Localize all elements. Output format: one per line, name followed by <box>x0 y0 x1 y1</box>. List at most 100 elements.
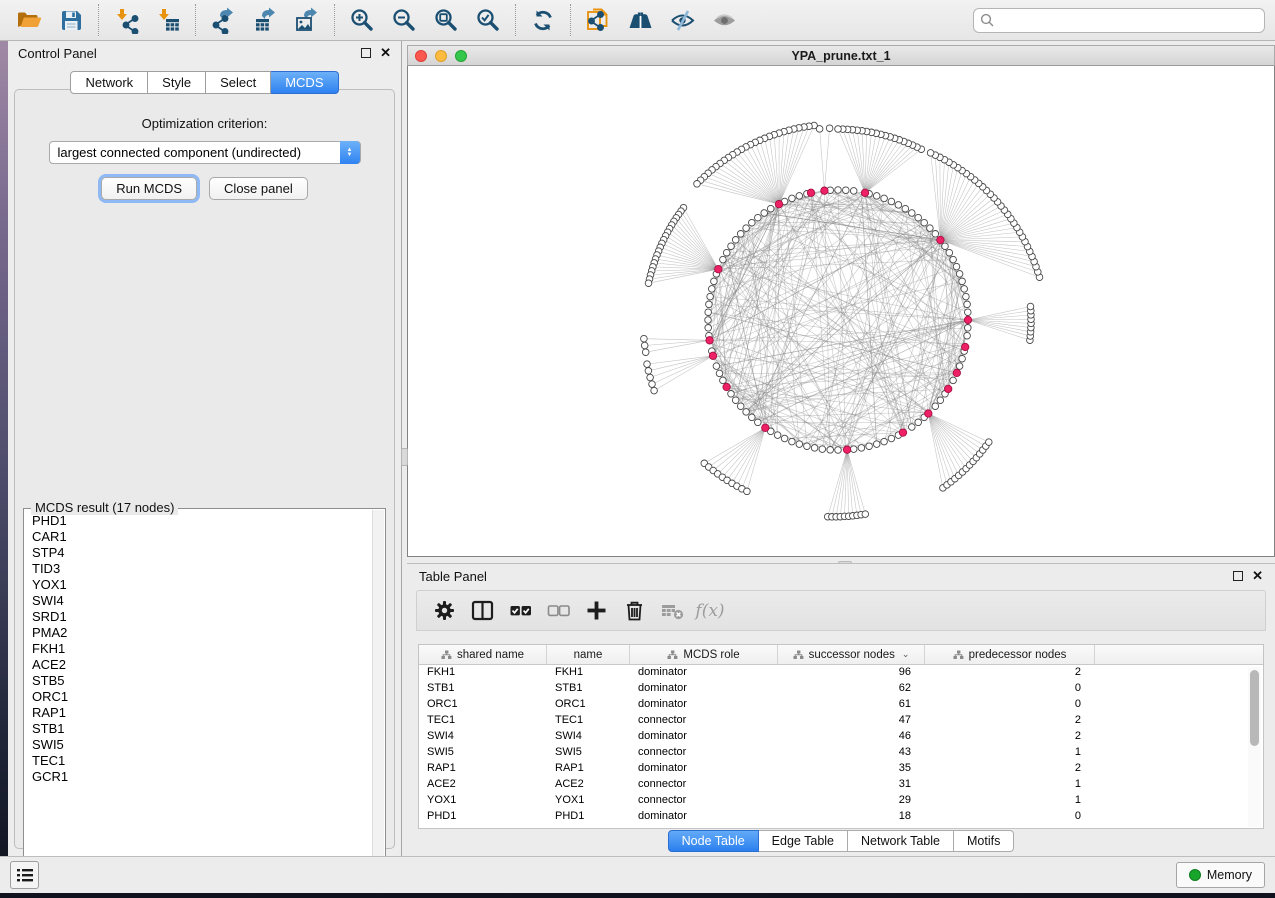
table-row[interactable]: FKH1FKH1dominator962 <box>419 665 1263 681</box>
network-node[interactable] <box>956 271 963 278</box>
import-table-icon[interactable] <box>147 1 189 39</box>
close-panel-icon[interactable]: ✕ <box>380 48 391 58</box>
uncheck-all-icon[interactable] <box>539 593 577 629</box>
network-node[interactable] <box>909 424 916 431</box>
mcds-result-item[interactable]: RAP1 <box>26 705 371 721</box>
network-node[interactable] <box>645 280 652 287</box>
network-node[interactable] <box>749 414 756 421</box>
network-node[interactable] <box>694 181 701 188</box>
network-node[interactable] <box>835 187 842 194</box>
network-node[interactable] <box>723 249 730 256</box>
network-node[interactable] <box>728 243 735 250</box>
network-node[interactable] <box>796 441 803 448</box>
network-node[interactable] <box>743 409 750 416</box>
network-hub-node[interactable] <box>899 429 906 436</box>
network-node[interactable] <box>651 387 658 394</box>
network-node[interactable] <box>932 231 939 238</box>
table-row[interactable]: SWI5SWI5connector431 <box>419 745 1263 761</box>
network-node[interactable] <box>755 214 762 221</box>
network-node[interactable] <box>953 263 960 270</box>
network-node[interactable] <box>789 195 796 202</box>
open-icon[interactable] <box>8 1 50 39</box>
network-node[interactable] <box>720 256 727 263</box>
network-canvas[interactable] <box>407 66 1275 557</box>
network-hub-node[interactable] <box>945 385 952 392</box>
network-node[interactable] <box>706 301 713 308</box>
mcds-result-item[interactable]: ACE2 <box>26 657 371 673</box>
tab-mcds[interactable]: MCDS <box>271 71 338 94</box>
network-node[interactable] <box>744 488 751 495</box>
import-network-icon[interactable] <box>105 1 147 39</box>
column-header-predecessor-nodes[interactable]: predecessor nodes <box>925 645 1095 664</box>
network-hub-node[interactable] <box>821 187 828 194</box>
network-node[interactable] <box>737 403 744 410</box>
network-node[interactable] <box>761 210 768 217</box>
network-node[interactable] <box>789 438 796 445</box>
run-mcds-button[interactable]: Run MCDS <box>101 177 197 200</box>
function-builder-icon[interactable]: f(x) <box>695 601 724 621</box>
tab-node-table[interactable]: Node Table <box>668 830 759 852</box>
network-node[interactable] <box>709 286 716 293</box>
network-node[interactable] <box>755 419 762 426</box>
network-node[interactable] <box>732 397 739 404</box>
mcds-result-item[interactable]: STB5 <box>26 673 371 689</box>
column-header-successor-nodes[interactable]: successor nodes⌄ <box>778 645 925 664</box>
network-node[interactable] <box>964 332 971 339</box>
network-node[interactable] <box>811 445 818 452</box>
network-node[interactable] <box>873 441 880 448</box>
network-node[interactable] <box>927 150 934 157</box>
network-node[interactable] <box>641 342 648 349</box>
network-node[interactable] <box>796 193 803 200</box>
float-panel-icon[interactable] <box>361 48 371 58</box>
network-node[interactable] <box>881 195 888 202</box>
task-history-button[interactable] <box>10 861 39 889</box>
network-node[interactable] <box>1027 303 1034 310</box>
network-node[interactable] <box>705 309 712 316</box>
network-node[interactable] <box>647 374 654 381</box>
network-node[interactable] <box>728 391 735 398</box>
mcds-result-item[interactable]: YOX1 <box>26 577 371 593</box>
network-hub-node[interactable] <box>807 189 814 196</box>
network-node[interactable] <box>705 317 712 324</box>
export-image-icon[interactable] <box>286 1 328 39</box>
network-node[interactable] <box>732 237 739 244</box>
network-node[interactable] <box>819 446 826 453</box>
column-header-name[interactable]: name <box>547 645 630 664</box>
table-row[interactable]: ACE2ACE2connector311 <box>419 777 1263 793</box>
network-node[interactable] <box>902 205 909 212</box>
network-node[interactable] <box>866 443 873 450</box>
close-table-panel-icon[interactable]: ✕ <box>1252 571 1263 581</box>
network-node[interactable] <box>961 286 968 293</box>
column-header-shared-name[interactable]: shared name <box>419 645 547 664</box>
network-hub-node[interactable] <box>962 343 969 350</box>
network-node[interactable] <box>915 214 922 221</box>
mcds-result-item[interactable]: TEC1 <box>26 753 371 769</box>
network-node[interactable] <box>888 198 895 205</box>
network-hub-node[interactable] <box>843 446 850 453</box>
zoom-out-icon[interactable] <box>383 1 425 39</box>
table-row[interactable]: TEC1TEC1connector472 <box>419 713 1263 729</box>
table-row[interactable]: SWI4SWI4dominator462 <box>419 729 1263 745</box>
network-hub-node[interactable] <box>925 410 932 417</box>
table-scrollbar[interactable] <box>1248 667 1261 827</box>
vertical-splitter-handle[interactable] <box>401 448 408 466</box>
network-node[interactable] <box>642 349 649 356</box>
tab-select[interactable]: Select <box>206 71 271 94</box>
network-node[interactable] <box>858 445 865 452</box>
binoculars-icon[interactable] <box>619 1 661 39</box>
float-table-panel-icon[interactable] <box>1233 571 1243 581</box>
network-hub-node[interactable] <box>762 424 769 431</box>
network-node[interactable] <box>959 355 966 362</box>
mcds-list-scrollbar[interactable] <box>372 510 384 871</box>
network-node[interactable] <box>645 368 652 375</box>
mcds-result-item[interactable]: SWI4 <box>26 593 371 609</box>
mcds-result-item[interactable]: PMA2 <box>26 625 371 641</box>
export-network-icon[interactable] <box>202 1 244 39</box>
mcds-result-item[interactable]: TID3 <box>26 561 371 577</box>
gear-icon[interactable] <box>425 593 463 629</box>
mcds-result-item[interactable]: SRD1 <box>26 609 371 625</box>
network-node[interactable] <box>964 301 971 308</box>
network-node[interactable] <box>826 125 833 132</box>
tab-motifs[interactable]: Motifs <box>954 830 1014 852</box>
network-node[interactable] <box>737 231 744 238</box>
